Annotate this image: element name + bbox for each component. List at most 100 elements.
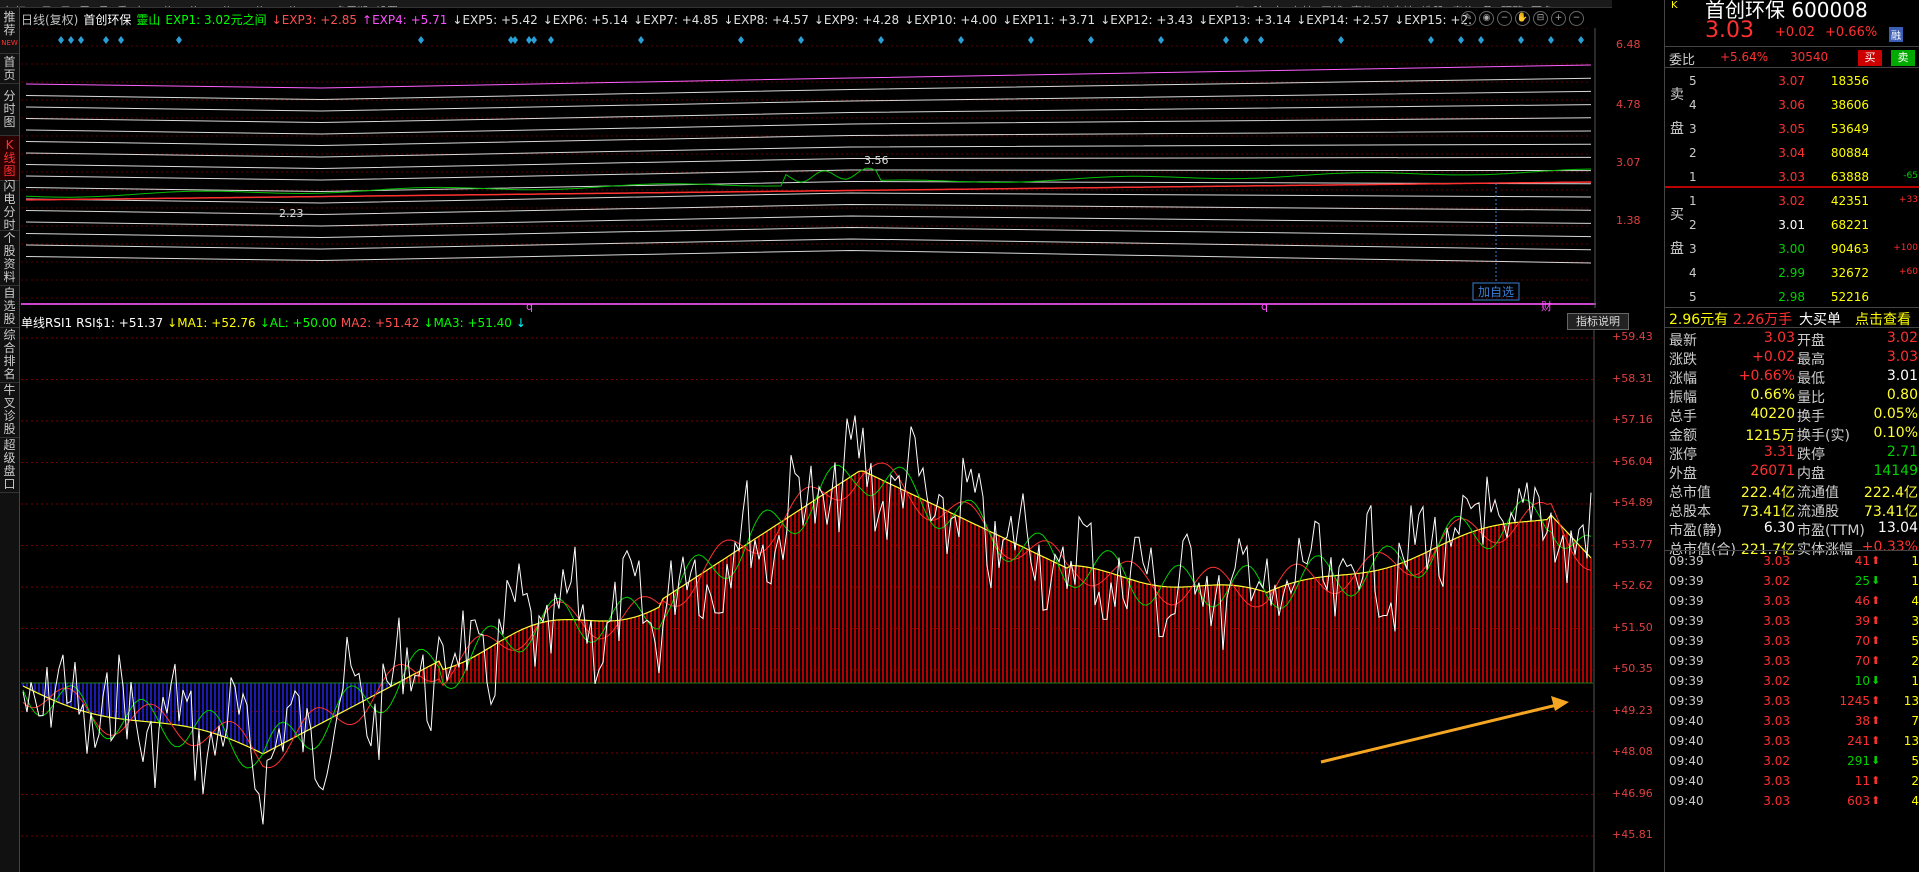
- event-marker-icon[interactable]: [1578, 36, 1584, 44]
- event-marker-icon[interactable]: [638, 36, 644, 44]
- event-marker-icon[interactable]: [176, 36, 182, 44]
- event-marker-icon[interactable]: [878, 36, 884, 44]
- event-marker-icon[interactable]: [1478, 36, 1484, 44]
- kline-legend-item: ↓EXP5: +5.42: [452, 13, 538, 27]
- event-marker-icon[interactable]: [798, 36, 804, 44]
- sidebar-item-9[interactable]: 超级盘口: [0, 438, 19, 493]
- event-marker-icon[interactable]: [1158, 36, 1164, 44]
- event-marker-icon[interactable]: [531, 36, 537, 44]
- book-delta: -65: [1903, 171, 1918, 181]
- kline-legend-item: EXP1: 3.02元之间: [165, 13, 267, 27]
- exp-line: [25, 117, 1592, 135]
- sidebar-item-3[interactable]: K线图: [0, 136, 19, 181]
- book-row[interactable]: 5 3.07 18356: [1687, 70, 1919, 94]
- book-row[interactable]: 2 3.01 68221: [1687, 214, 1919, 238]
- price-change: +0.02: [1775, 25, 1815, 40]
- order-ratio-bar: 委比 +5.64% 30540 买 卖: [1665, 46, 1919, 68]
- book-row[interactable]: 3 3.05 53649: [1687, 118, 1919, 142]
- tick-volume: 10: [1854, 674, 1870, 688]
- zoom-in-icon[interactable]: +: [1551, 11, 1566, 26]
- event-marker-icon[interactable]: [1258, 36, 1264, 44]
- indicator-axis-label: +58.31: [1612, 371, 1653, 385]
- sidebar-char: 荐: [3, 23, 16, 37]
- tick-volume: 1245: [1839, 694, 1870, 708]
- top-strip-right: 复除商九转画线事件信息地选股竞价叠预警更多: [1230, 0, 1557, 7]
- kline-legend-item: 首创环保: [83, 13, 132, 27]
- tick-row: 09:39 3.03 46 ⬆ 4: [1665, 591, 1919, 611]
- stat-label: 涨幅: [1669, 371, 1697, 387]
- hand-icon[interactable]: ✋: [1515, 11, 1530, 26]
- up-arrow-icon: ⬆: [1871, 734, 1881, 747]
- sidebar-item-1[interactable]: 首页: [0, 54, 19, 84]
- event-marker-icon[interactable]: [1458, 36, 1464, 44]
- event-marker-label: q: [526, 300, 533, 313]
- book-side-char: 卖: [1670, 87, 1684, 103]
- sidebar-item-7[interactable]: 综合排名: [0, 328, 19, 383]
- sell-button[interactable]: 卖: [1891, 50, 1915, 66]
- event-marker-icon[interactable]: [958, 36, 964, 44]
- book-row[interactable]: 3 3.00 90463 +100: [1687, 238, 1919, 262]
- book-row[interactable]: 2 3.04 80884: [1687, 142, 1919, 166]
- event-marker-icon[interactable]: [1088, 36, 1094, 44]
- lock-icon[interactable]: ⊟: [1533, 11, 1548, 26]
- rsi-indicator-chart[interactable]: [21, 330, 1612, 872]
- event-marker-icon[interactable]: [103, 36, 109, 44]
- tick-list: 09:39 3.03 41 ⬆ 1 09:39 3.02 25 ⬇ 1 09:39 3.03 46 ⬆ 4 0…: [1665, 550, 1919, 808]
- big-order-bar[interactable]: 2.96元有 2.26万手 大买单 点击查看: [1665, 307, 1919, 328]
- eye-icon[interactable]: ◉: [1479, 11, 1494, 26]
- event-marker-icon[interactable]: [118, 36, 124, 44]
- tick-row: 09:39 3.03 41 ⬆ 1: [1665, 551, 1919, 571]
- stat-value: 3.01: [1886, 368, 1918, 384]
- indicator-help-button[interactable]: 指标说明: [1567, 313, 1629, 330]
- event-marker-icon[interactable]: [78, 36, 84, 44]
- big-order-price: 2.96元有: [1669, 312, 1729, 328]
- tick-time: 09:39: [1669, 574, 1704, 588]
- event-marker-icon[interactable]: [1338, 36, 1344, 44]
- event-marker-icon[interactable]: [1223, 36, 1229, 44]
- sidebar-char: 名: [3, 367, 16, 381]
- stat-value: 222.4亿: [1740, 485, 1795, 501]
- book-row[interactable]: 4 2.99 32672 +60: [1687, 262, 1919, 286]
- zoom-out-icon[interactable]: −: [1569, 11, 1584, 26]
- sidebar-item-4[interactable]: 闪电分时: [0, 179, 19, 231]
- event-marker-icon[interactable]: [58, 36, 64, 44]
- stat-value: 3.03: [1886, 349, 1918, 365]
- big-order-view-link[interactable]: 点击查看: [1855, 309, 1911, 329]
- kline-chart[interactable]: 3.56 2.23 q q 财 加自选: [21, 28, 1612, 328]
- buy-button[interactable]: 买: [1858, 50, 1882, 66]
- sidebar-char: 图: [3, 115, 16, 129]
- sidebar-item-2[interactable]: 分时图: [0, 84, 19, 136]
- event-marker-icon[interactable]: [68, 36, 74, 44]
- indicator-axis-label: +59.43: [1612, 330, 1653, 343]
- stat-value: 0.66%: [1750, 387, 1795, 403]
- event-marker-icon[interactable]: [738, 36, 744, 44]
- indicator-value-axis: +59.43 +58.31 +57.16 +56.04 +54.89 +53.77 +52.…: [1612, 330, 1653, 872]
- event-marker-icon[interactable]: [418, 36, 424, 44]
- event-marker-icon[interactable]: [1548, 36, 1554, 44]
- sidebar-item-0[interactable]: 推荐 NEW: [0, 8, 19, 54]
- book-row[interactable]: 1 3.02 42351 +33: [1687, 190, 1919, 214]
- kline-legend-item: ↓EXP3: +2.85: [271, 13, 358, 27]
- book-volume: 68221: [1830, 218, 1869, 232]
- pen-icon[interactable]: ✎: [1461, 11, 1476, 26]
- sidebar-item-8[interactable]: 牛叉诊股: [0, 383, 19, 438]
- exp-line: [25, 215, 1592, 227]
- event-marker-icon[interactable]: [1428, 36, 1434, 44]
- book-row[interactable]: 4 3.06 38606: [1687, 94, 1919, 118]
- minus-icon[interactable]: −: [1497, 11, 1512, 26]
- stat-row: 总市值 222.4亿 流通值 222.4亿: [1665, 482, 1919, 501]
- book-volume: 63888: [1830, 170, 1869, 184]
- sidebar-item-6[interactable]: 自选股: [0, 286, 19, 328]
- exp-line: [25, 90, 1592, 112]
- sidebar-char: 图: [3, 163, 16, 178]
- book-level: 3: [1689, 242, 1697, 256]
- sidebar-item-5[interactable]: 个股资料: [0, 231, 19, 286]
- down-arrow-icon: ⬇: [1871, 754, 1881, 767]
- event-marker-icon[interactable]: [548, 36, 554, 44]
- sidebar-char: 口: [3, 477, 16, 491]
- event-marker-icon[interactable]: [512, 36, 518, 44]
- event-marker-icon[interactable]: [1243, 36, 1249, 44]
- chart-area: 日线(复权) 首创环保 靈山 EXP1: 3.02元之间 ↓EXP3: +2.85 ↑EX…: [21, 8, 1653, 872]
- event-marker-icon[interactable]: [1028, 36, 1034, 44]
- event-marker-icon[interactable]: [1518, 36, 1524, 44]
